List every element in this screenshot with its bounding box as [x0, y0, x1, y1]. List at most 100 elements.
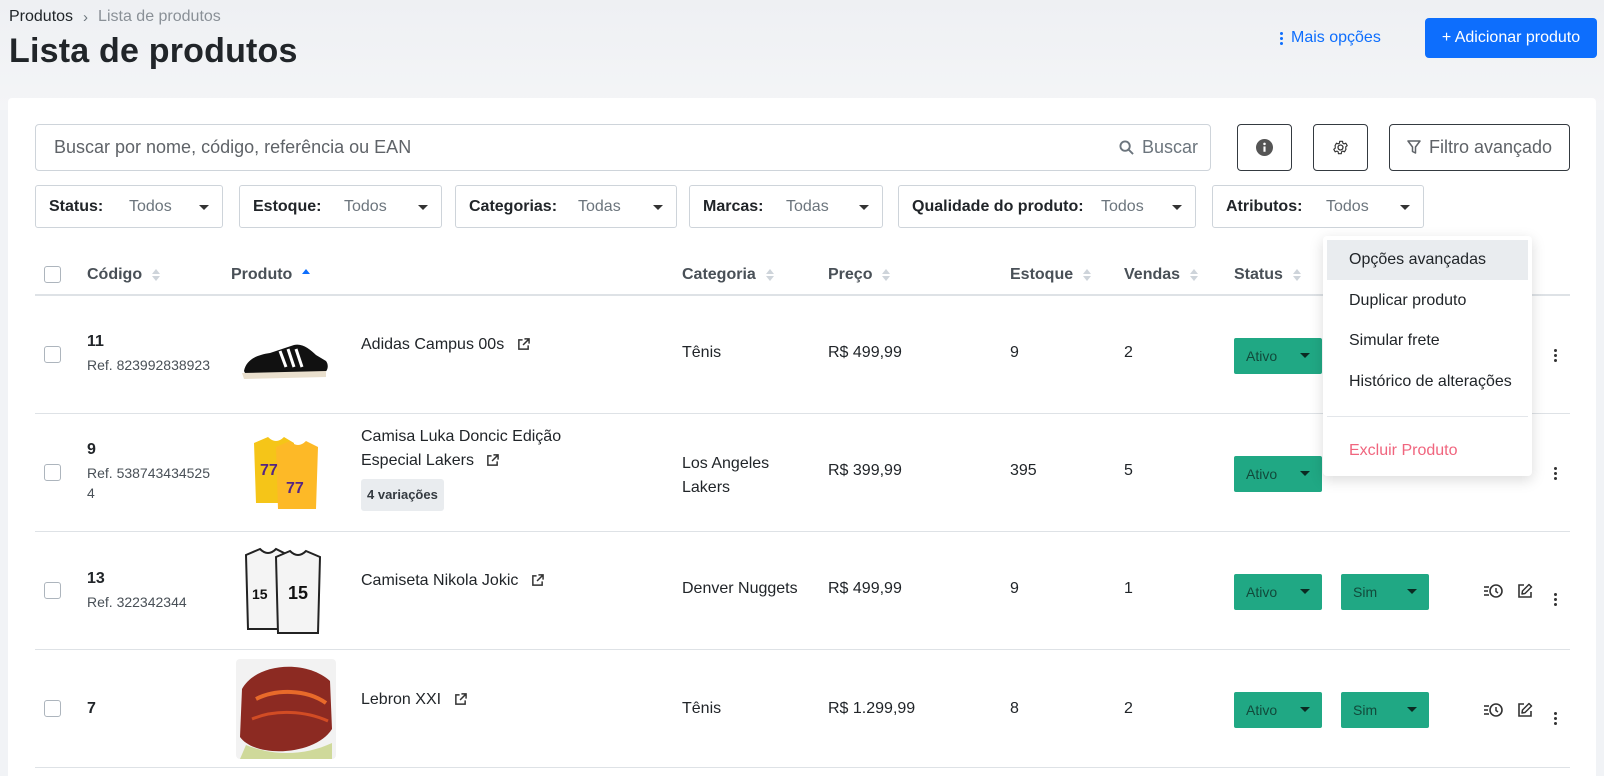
flag-label: Sim [1353, 584, 1378, 600]
product-name[interactable]: Adidas Campus 00s [361, 336, 504, 353]
row-menu-button[interactable] [1554, 339, 1557, 362]
status-dropdown[interactable]: Ativo [1234, 692, 1322, 728]
sales-cell: 1 [1124, 580, 1133, 597]
category-cell: Los Angeles Lakers [682, 455, 770, 496]
flag-dropdown[interactable]: Sim [1341, 692, 1429, 728]
caret-down-icon [653, 205, 663, 210]
table-row: 7 Lebron XXI Tênis R$ 1.299,99 8 2 Ativo… [35, 650, 1570, 768]
product-code: 9 [87, 441, 96, 458]
row-checkbox[interactable] [44, 582, 61, 599]
breadcrumb-root[interactable]: Produtos [9, 8, 73, 26]
product-image [236, 659, 336, 759]
stock-cell: 9 [1010, 580, 1019, 597]
menu-item-advanced-options[interactable]: Opções avançadas [1327, 240, 1528, 280]
edit-button[interactable] [1517, 583, 1533, 604]
kebab-icon [1280, 31, 1283, 45]
row-checkbox[interactable] [44, 346, 61, 363]
advanced-filter-button[interactable]: Filtro avançado [1389, 124, 1570, 171]
history-button[interactable] [1483, 583, 1503, 604]
filter-label: Status: [49, 197, 104, 215]
row-menu-button[interactable] [1554, 702, 1557, 725]
product-name[interactable]: Camisa Luka Doncic Edição Especial Laker… [361, 428, 561, 469]
filter-label: Atributos: [1226, 197, 1303, 215]
row-checkbox[interactable] [44, 700, 61, 717]
filter-label: Qualidade do produto: [912, 197, 1084, 215]
column-header-code[interactable]: Código [87, 266, 161, 284]
product-ref: Ref. 823992838923 [87, 357, 210, 373]
product-image: 15 15 [236, 541, 336, 641]
product-name-cell[interactable]: Adidas Campus 00s [361, 333, 530, 357]
column-header-status[interactable]: Status [1234, 266, 1301, 284]
column-header-product[interactable]: Produto [231, 266, 311, 284]
status-label: Ativo [1246, 466, 1278, 482]
row-menu-button[interactable] [1554, 583, 1557, 606]
filter-product-quality[interactable]: Qualidade do produto: Todos [898, 185, 1196, 228]
stock-cell: 395 [1010, 462, 1037, 479]
history-button[interactable] [1483, 702, 1503, 723]
search-input[interactable] [36, 125, 1056, 170]
advanced-filter-label: Filtro avançado [1428, 137, 1553, 157]
row-checkbox[interactable] [44, 464, 61, 481]
edit-button[interactable] [1517, 702, 1533, 723]
external-link-icon[interactable] [531, 574, 544, 587]
sort-icon [152, 269, 161, 281]
row-menu-button[interactable] [1554, 457, 1557, 480]
column-header-sales[interactable]: Vendas [1124, 266, 1199, 284]
svg-text:15: 15 [288, 583, 308, 603]
menu-item-simulate-shipping[interactable]: Simular frete [1327, 321, 1528, 361]
product-name[interactable]: Lebron XXI [361, 691, 441, 708]
column-header-stock[interactable]: Estoque [1010, 266, 1092, 284]
column-header-price[interactable]: Preço [828, 266, 891, 284]
search-button[interactable]: Buscar [1119, 125, 1198, 170]
product-name-cell[interactable]: Lebron XXI [361, 688, 467, 712]
external-link-icon[interactable] [486, 454, 500, 467]
external-link-icon[interactable] [517, 338, 530, 351]
sort-icon [882, 269, 891, 281]
filter-stock[interactable]: Estoque: Todos [239, 185, 442, 228]
filter-attributes[interactable]: Atributos: Todos [1212, 185, 1424, 228]
product-code: 11 [87, 333, 104, 350]
product-name[interactable]: Camiseta Nikola Jokic [361, 572, 518, 589]
external-link-icon[interactable] [454, 693, 467, 706]
product-name-cell[interactable]: Camiseta Nikola Jokic [361, 569, 544, 593]
menu-item-change-history[interactable]: Histórico de alterações [1327, 362, 1528, 402]
breadcrumb-current: Lista de produtos [98, 8, 221, 25]
sort-icon [765, 269, 774, 281]
filter-value: Todos [1326, 197, 1369, 215]
select-all-checkbox[interactable] [44, 266, 61, 283]
filter-categories[interactable]: Categorias: Todas [455, 185, 677, 228]
price-cell: R$ 499,99 [828, 344, 902, 361]
product-code-cell: 7 [87, 700, 96, 718]
price-cell: R$ 1.299,99 [828, 700, 916, 717]
caret-down-icon [859, 205, 869, 210]
status-dropdown[interactable]: Ativo [1234, 338, 1322, 374]
filter-label: Estoque: [253, 197, 322, 215]
flag-dropdown[interactable]: Sim [1341, 574, 1429, 610]
settings-button[interactable] [1313, 124, 1368, 171]
filter-value: Todos [129, 197, 172, 215]
filter-status[interactable]: Status: Todos [35, 185, 223, 228]
filter-icon [1407, 140, 1421, 154]
add-product-button[interactable]: + Adicionar produto [1425, 18, 1597, 58]
product-name-cell[interactable]: Camisa Luka Doncic Edição Especial Laker… [361, 425, 621, 511]
caret-down-icon [1300, 353, 1310, 358]
row-actions-menu: Opções avançadas Duplicar produto Simula… [1323, 236, 1532, 476]
filter-label: Marcas: [703, 197, 764, 215]
edit-icon [1518, 702, 1533, 717]
history-icon [1484, 703, 1503, 717]
filter-value: Todas [578, 197, 621, 215]
status-dropdown[interactable]: Ativo [1234, 574, 1322, 610]
sort-icon [1292, 269, 1301, 281]
column-label: Vendas [1124, 266, 1181, 283]
info-button[interactable] [1237, 124, 1292, 171]
menu-item-duplicate-product[interactable]: Duplicar produto [1327, 281, 1528, 321]
more-options-button[interactable]: Mais opções [1280, 29, 1381, 47]
menu-item-delete-product[interactable]: Excluir Produto [1327, 431, 1528, 471]
caret-down-icon [1300, 471, 1310, 476]
filter-brands[interactable]: Marcas: Todas [689, 185, 883, 228]
product-code: 7 [87, 700, 96, 717]
edit-icon [1518, 583, 1533, 598]
price-cell: R$ 499,99 [828, 580, 902, 597]
status-dropdown[interactable]: Ativo [1234, 456, 1322, 492]
column-header-category[interactable]: Categoria [682, 266, 774, 284]
